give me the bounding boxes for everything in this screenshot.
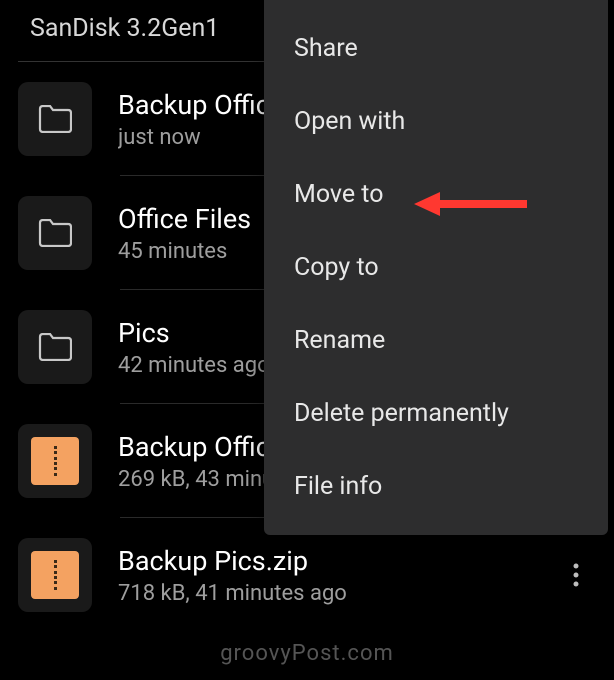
file-meta: 718 kB, 41 minutes ago xyxy=(118,581,530,606)
menu-item-delete-permanently[interactable]: Delete permanently xyxy=(264,377,608,450)
menu-item-file-info[interactable]: File info xyxy=(264,450,608,523)
list-item[interactable]: Backup Pics.zip 718 kB, 41 minutes ago xyxy=(0,518,614,632)
zip-icon xyxy=(18,538,92,612)
watermark: groovyPost.com xyxy=(220,641,394,666)
menu-item-move-to[interactable]: Move to xyxy=(264,158,608,231)
more-vertical-icon xyxy=(573,563,579,587)
folder-icon xyxy=(18,82,92,156)
menu-item-share[interactable]: Share xyxy=(264,12,608,85)
context-menu: Share Open with Move to Copy to Rename D… xyxy=(264,0,608,535)
menu-item-copy-to[interactable]: Copy to xyxy=(264,231,608,304)
file-info: Backup Pics.zip 718 kB, 41 minutes ago xyxy=(118,545,530,606)
folder-icon xyxy=(18,196,92,270)
menu-item-open-with[interactable]: Open with xyxy=(264,85,608,158)
folder-icon xyxy=(18,310,92,384)
more-options-button[interactable] xyxy=(556,555,596,595)
zip-icon xyxy=(18,424,92,498)
menu-item-rename[interactable]: Rename xyxy=(264,304,608,377)
file-name: Backup Pics.zip xyxy=(118,545,530,577)
